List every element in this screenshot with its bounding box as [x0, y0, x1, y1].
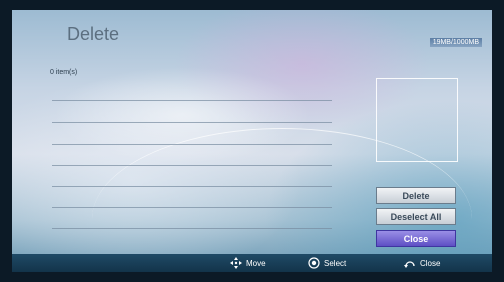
return-icon: [404, 261, 415, 268]
list-row-divider: [52, 100, 332, 101]
thumbnail-preview: [376, 78, 458, 162]
footer-bar: Move Select Close: [12, 254, 492, 272]
close-button[interactable]: Close: [376, 230, 456, 247]
close-hint-label: Close: [420, 258, 441, 268]
item-count: 0 item(s): [50, 69, 78, 76]
list-row-divider: [52, 144, 332, 145]
select-hint-label: Select: [324, 258, 347, 268]
storage-indicator: 19MB/1000MB: [429, 38, 482, 47]
move-hint: Move: [230, 257, 266, 269]
list-row-divider: [52, 207, 332, 208]
delete-button[interactable]: Delete: [376, 187, 456, 204]
move-hint-label: Move: [246, 258, 266, 268]
close-hint: Close: [404, 257, 440, 269]
select-circle-icon: [308, 257, 320, 269]
page-title: Delete: [67, 24, 120, 44]
list-row-divider: [52, 122, 332, 123]
list-row-divider: [52, 228, 332, 229]
deselect-all-button[interactable]: Deselect All: [376, 208, 456, 225]
list-row-divider: [52, 186, 332, 187]
dpad-icon: [230, 257, 242, 269]
delete-screen: Delete 19MB/1000MB 0 item(s) Delete Dese…: [12, 10, 492, 272]
select-hint: Select: [308, 257, 346, 269]
list-row-divider: [52, 165, 332, 166]
